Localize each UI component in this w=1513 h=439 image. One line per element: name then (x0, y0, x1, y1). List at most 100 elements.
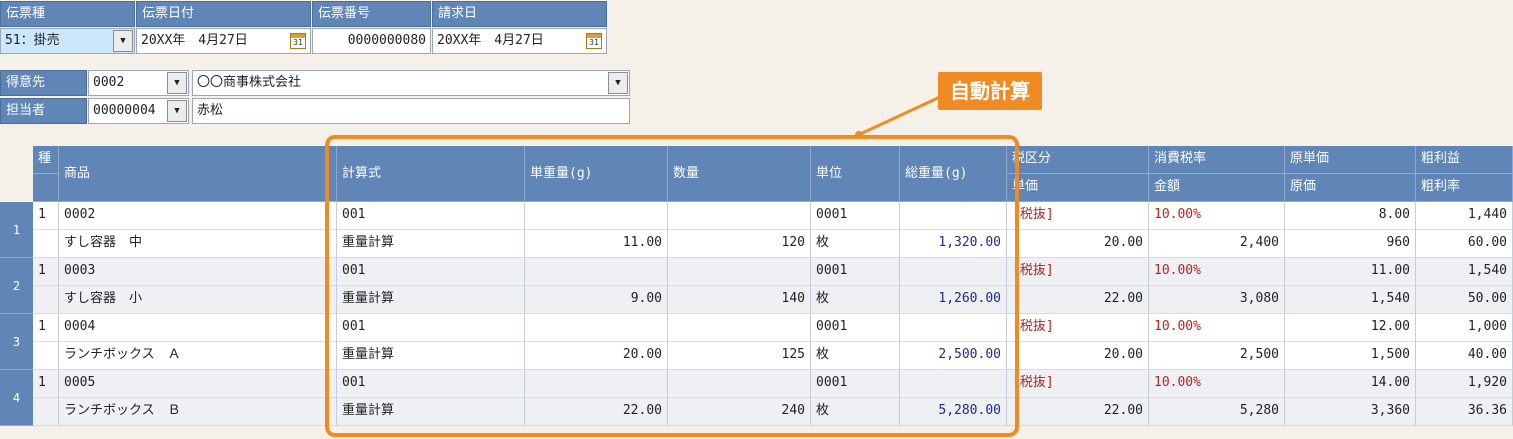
cell-tax-price-top[interactable]: [税抜] (1007, 258, 1149, 286)
col-header-gross-rate[interactable]: 粗利率 (1416, 174, 1513, 202)
billing-date-field[interactable]: 20XX年 4月27日 (432, 28, 607, 54)
col-header-quantity[interactable]: 数量 (668, 146, 811, 202)
cell-product-top[interactable]: 0002 (59, 202, 337, 230)
cell-cost-bottom[interactable]: 1,540 (1285, 286, 1416, 314)
cell-cost-bottom[interactable]: 960 (1285, 230, 1416, 258)
cell-tax-price-top[interactable]: [税抜] (1007, 314, 1149, 342)
cell-unit-weight-top[interactable] (525, 370, 668, 398)
cell-gross-top[interactable]: 1,920 (1416, 370, 1513, 398)
row-number[interactable]: 3 (0, 314, 33, 370)
cell-kind-bottom[interactable] (33, 286, 59, 314)
cell-kind-bottom[interactable] (33, 342, 59, 370)
cell-cost-top[interactable]: 12.00 (1285, 314, 1416, 342)
cell-formula-bottom[interactable]: 重量計算 (337, 286, 525, 314)
staff-name-field[interactable]: 赤松 (192, 98, 630, 124)
cell-rate-amount-bottom[interactable]: 5,280 (1149, 398, 1285, 426)
cell-unit-top[interactable]: 0001 (811, 202, 900, 230)
cell-formula-bottom[interactable]: 重量計算 (337, 230, 525, 258)
cell-cost-top[interactable]: 14.00 (1285, 370, 1416, 398)
cell-formula-top[interactable]: 001 (337, 258, 525, 286)
cell-total-weight-top[interactable] (900, 258, 1007, 286)
cell-gross-top[interactable]: 1,540 (1416, 258, 1513, 286)
cell-kind-top[interactable]: 1 (33, 370, 59, 398)
cell-rate-amount-top[interactable]: 10.00% (1149, 258, 1285, 286)
col-header-cost[interactable]: 原価 (1285, 174, 1416, 202)
cell-gross-top[interactable]: 1,000 (1416, 314, 1513, 342)
col-header-product[interactable]: 商品 (59, 146, 337, 202)
customer-name-field[interactable]: 〇〇商事株式会社 (192, 70, 630, 96)
col-header-tax-rate[interactable]: 消費税率 (1149, 146, 1285, 174)
cell-gross-bottom[interactable]: 36.36 (1416, 398, 1513, 426)
cell-cost-bottom[interactable]: 1,500 (1285, 342, 1416, 370)
row-number[interactable]: 2 (0, 258, 33, 314)
cell-tax-price-bottom[interactable]: 22.00 (1007, 286, 1149, 314)
cell-kind-top[interactable]: 1 (33, 314, 59, 342)
cell-tax-price-top[interactable]: [税抜] (1007, 202, 1149, 230)
cell-formula-top[interactable]: 001 (337, 370, 525, 398)
cell-unit-weight-bottom[interactable]: 9.00 (525, 286, 668, 314)
customer-code-dropdown-icon[interactable]: ▼ (167, 72, 187, 94)
cell-gross-bottom[interactable]: 60.00 (1416, 230, 1513, 258)
col-header-unit-price[interactable]: 単価 (1007, 174, 1149, 202)
cell-formula-bottom[interactable]: 重量計算 (337, 342, 525, 370)
cell-unit-weight-top[interactable] (525, 314, 668, 342)
cell-kind-bottom[interactable] (33, 398, 59, 426)
cell-total-weight-top[interactable] (900, 314, 1007, 342)
cell-total-weight-bottom[interactable]: 1,320.00 (900, 230, 1007, 258)
slip-date-field[interactable]: 20XX年 4月27日 (136, 28, 311, 54)
cell-rate-amount-top[interactable]: 10.00% (1149, 202, 1285, 230)
cell-product-bottom[interactable]: ランチボックス Ａ (59, 342, 337, 370)
cell-product-bottom[interactable]: すし容器 中 (59, 230, 337, 258)
cell-product-top[interactable]: 0004 (59, 314, 337, 342)
col-header-formula[interactable]: 計算式 (337, 146, 525, 202)
cell-total-weight-top[interactable] (900, 202, 1007, 230)
cell-gross-bottom[interactable]: 50.00 (1416, 286, 1513, 314)
cell-total-weight-bottom[interactable]: 5,280.00 (900, 398, 1007, 426)
cell-unit-weight-top[interactable] (525, 202, 668, 230)
cell-tax-price-bottom[interactable]: 22.00 (1007, 398, 1149, 426)
cell-unit-weight-top[interactable] (525, 258, 668, 286)
cell-formula-top[interactable]: 001 (337, 202, 525, 230)
cell-rate-amount-top[interactable]: 10.00% (1149, 314, 1285, 342)
cell-unit-top[interactable]: 0001 (811, 370, 900, 398)
calendar-icon[interactable]: 31 (290, 33, 306, 49)
col-header-amount[interactable]: 金額 (1149, 174, 1285, 202)
cell-product-top[interactable]: 0005 (59, 370, 337, 398)
cell-gross-bottom[interactable]: 40.00 (1416, 342, 1513, 370)
cell-tax-price-bottom[interactable]: 20.00 (1007, 230, 1149, 258)
row-number[interactable]: 4 (0, 370, 33, 426)
cell-quantity-bottom[interactable]: 240 (668, 398, 811, 426)
col-header-unit-weight[interactable]: 単重量(g) (525, 146, 668, 202)
col-header-tax-class[interactable]: 税区分 (1007, 146, 1149, 174)
staff-code-dropdown-icon[interactable]: ▼ (167, 100, 187, 122)
customer-name-dropdown-icon[interactable]: ▼ (608, 72, 628, 94)
cell-tax-price-bottom[interactable]: 20.00 (1007, 342, 1149, 370)
cell-cost-top[interactable]: 11.00 (1285, 258, 1416, 286)
cell-unit-top[interactable]: 0001 (811, 258, 900, 286)
cell-unit-bottom[interactable]: 枚 (811, 342, 900, 370)
cell-quantity-bottom[interactable]: 120 (668, 230, 811, 258)
cell-unit-bottom[interactable]: 枚 (811, 230, 900, 258)
cell-kind-top[interactable]: 1 (33, 258, 59, 286)
cell-gross-top[interactable]: 1,440 (1416, 202, 1513, 230)
cell-quantity-bottom[interactable]: 140 (668, 286, 811, 314)
slip-number-field[interactable]: 0000000080 (312, 28, 431, 54)
slip-type-dropdown-icon[interactable]: ▼ (113, 30, 133, 52)
col-header-total-weight[interactable]: 総重量(g) (900, 146, 1007, 202)
cell-quantity-top[interactable] (668, 314, 811, 342)
cell-formula-top[interactable]: 001 (337, 314, 525, 342)
cell-rate-amount-top[interactable]: 10.00% (1149, 370, 1285, 398)
col-header-gross-profit[interactable]: 粗利益 (1416, 146, 1513, 174)
col-header-cost-unit[interactable]: 原単価 (1285, 146, 1416, 174)
cell-total-weight-top[interactable] (900, 370, 1007, 398)
cell-unit-weight-bottom[interactable]: 11.00 (525, 230, 668, 258)
cell-unit-bottom[interactable]: 枚 (811, 398, 900, 426)
cell-product-bottom[interactable]: ランチボックス Ｂ (59, 398, 337, 426)
cell-unit-weight-bottom[interactable]: 22.00 (525, 398, 668, 426)
row-number[interactable]: 1 (0, 202, 33, 258)
cell-quantity-top[interactable] (668, 258, 811, 286)
cell-formula-bottom[interactable]: 重量計算 (337, 398, 525, 426)
cell-product-bottom[interactable]: すし容器 小 (59, 286, 337, 314)
cell-quantity-top[interactable] (668, 202, 811, 230)
cell-cost-top[interactable]: 8.00 (1285, 202, 1416, 230)
